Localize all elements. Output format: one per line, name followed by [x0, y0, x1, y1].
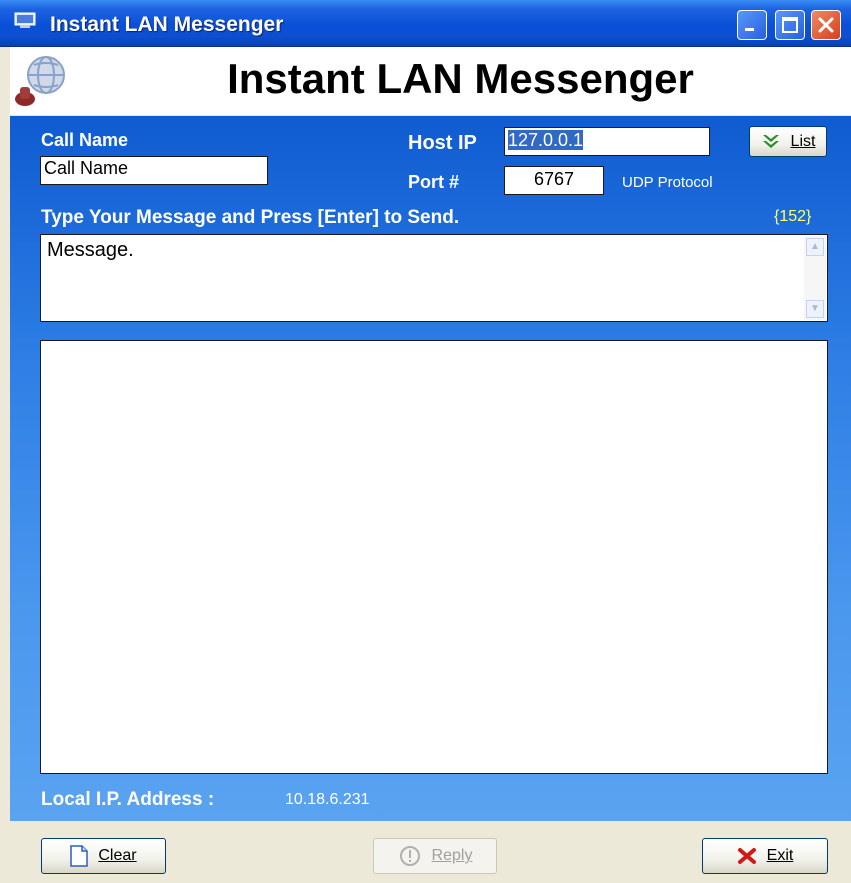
- local-ip-value: 10.18.6.231: [285, 791, 370, 808]
- port-label: Port #: [408, 172, 460, 192]
- exit-button[interactable]: Exit: [702, 838, 828, 874]
- red-x-icon: [737, 848, 756, 864]
- double-down-arrow-icon: [762, 134, 779, 148]
- clear-button-label: Clear: [98, 847, 137, 864]
- message-scrollbar[interactable]: ▲ ▼: [804, 236, 826, 320]
- maximize-icon: [782, 17, 798, 33]
- maximize-button[interactable]: [775, 10, 805, 40]
- scroll-down-icon[interactable]: ▼: [806, 300, 824, 318]
- exit-button-label: Exit: [766, 847, 794, 864]
- scroll-up-icon[interactable]: ▲: [806, 238, 824, 256]
- document-icon: [70, 845, 89, 867]
- list-button-label: List: [790, 132, 816, 150]
- char-count: {152}: [774, 208, 812, 225]
- local-ip-label: Local I.P. Address :: [41, 789, 215, 810]
- port-input[interactable]: 6767: [504, 166, 604, 195]
- app-icon: [14, 12, 36, 28]
- host-ip-label: Host IP: [408, 132, 477, 154]
- window-title: Instant LAN Messenger: [50, 13, 284, 36]
- clear-button[interactable]: Clear: [41, 838, 166, 874]
- message-instruction-label: Type Your Message and Press [Enter] to S…: [41, 207, 460, 228]
- minimize-icon: [745, 28, 754, 31]
- message-input[interactable]: Message. ▲ ▼: [40, 234, 828, 322]
- conversation-log[interactable]: [40, 340, 828, 774]
- app-header: Instant LAN Messenger: [10, 47, 851, 115]
- app-window: Instant LAN Messenger Instant LAN Messen…: [0, 0, 851, 883]
- minimize-button[interactable]: [737, 10, 767, 40]
- reply-button[interactable]: Reply: [373, 838, 497, 874]
- host-ip-value: 127.0.0.1: [508, 130, 584, 150]
- host-ip-input[interactable]: 127.0.0.1: [504, 127, 710, 156]
- main-panel: Call Name Call Name Host IP 127.0.0.1 Li…: [10, 116, 851, 821]
- list-button[interactable]: List: [749, 126, 827, 157]
- page-title: Instant LAN Messenger: [227, 55, 694, 102]
- reply-icon: [399, 846, 420, 866]
- call-name-input[interactable]: Call Name: [40, 156, 268, 185]
- call-name-label: Call Name: [41, 130, 129, 150]
- close-icon: [818, 17, 834, 33]
- protocol-label: UDP Protocol: [622, 174, 713, 191]
- title-bar[interactable]: Instant LAN Messenger: [0, 0, 851, 47]
- close-button[interactable]: [811, 10, 841, 40]
- message-text: Message.: [47, 239, 134, 261]
- reply-button-label: Reply: [431, 847, 473, 864]
